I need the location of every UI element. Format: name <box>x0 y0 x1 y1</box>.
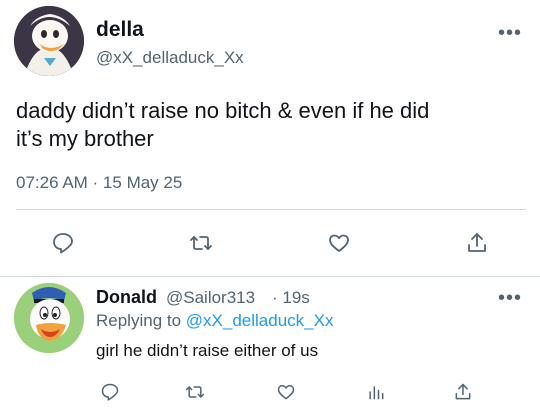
divider <box>16 209 526 210</box>
reply-icon[interactable] <box>48 228 78 258</box>
replying-prefix: Replying to <box>96 311 182 330</box>
analytics-icon[interactable] <box>361 377 391 407</box>
avatar-donald[interactable] <box>14 283 84 353</box>
share-icon[interactable] <box>448 377 478 407</box>
retweet-icon[interactable] <box>180 377 210 407</box>
reply-time[interactable]: · 19s <box>272 288 310 308</box>
like-icon[interactable] <box>271 377 301 407</box>
della-avatar-icon <box>14 6 84 76</box>
retweet-icon[interactable] <box>186 228 216 258</box>
reply-icon[interactable] <box>95 377 125 407</box>
reply-display-name[interactable]: Donald <box>96 287 157 308</box>
reply-text: girl he didn’t raise either of us <box>96 341 319 360</box>
display-name[interactable]: della <box>96 18 144 42</box>
share-icon[interactable] <box>462 228 492 258</box>
tweet-timestamp[interactable]: 07:26 AM · 15 May 25 <box>16 173 182 193</box>
reply-tweet: Donald @Sailor313 · 19s ••• Replying to … <box>0 277 540 416</box>
replying-handle-link[interactable]: @xX_delladuck_Xx <box>186 311 334 330</box>
main-tweet: della @xX_delladuck_Xx ••• daddy didn’t … <box>0 0 540 276</box>
user-handle[interactable]: @xX_delladuck_Xx <box>96 48 244 68</box>
more-options-icon[interactable]: ••• <box>498 22 522 45</box>
tweet-text-line1: daddy didn’t raise no bitch & even if he… <box>16 98 430 123</box>
replying-to: Replying to @xX_delladuck_Xx <box>96 311 333 331</box>
donald-avatar-icon <box>14 283 84 353</box>
like-icon[interactable] <box>324 228 354 258</box>
tweet-text-line2: it’s my brother <box>16 126 154 151</box>
reply-more-options-icon[interactable]: ••• <box>498 287 522 310</box>
avatar-della[interactable] <box>14 6 84 76</box>
reply-user-handle[interactable]: @Sailor313 <box>166 288 255 308</box>
